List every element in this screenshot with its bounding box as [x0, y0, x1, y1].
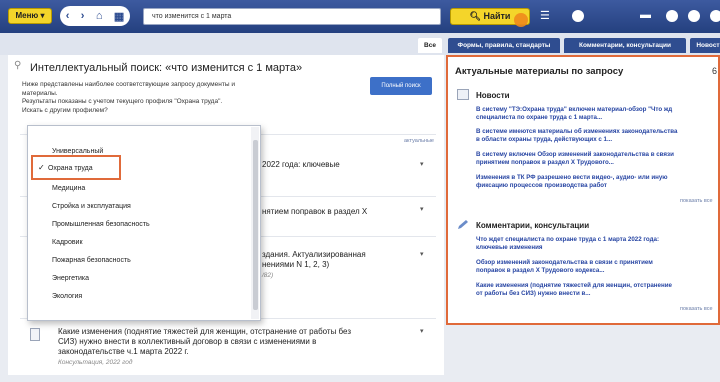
link-line: фиксацию процессов производства работ — [476, 182, 607, 189]
hamburger-icon[interactable]: ☰ — [540, 9, 550, 22]
arrow-right-icon[interactable]: › — [81, 10, 85, 22]
result-title[interactable]: 2022 года: ключевые — [262, 160, 340, 170]
desc-line: Результаты показаны с учетом текущего пр… — [22, 98, 223, 105]
comment-link[interactable]: Обзор изменений законодательства в связи… — [476, 259, 720, 275]
grid-icon[interactable]: ▦ — [114, 10, 124, 23]
link-line: Обзор изменений законодательства в связи… — [476, 259, 653, 266]
comments-header: Комментарии, консультации — [476, 221, 590, 230]
document-icon — [30, 328, 40, 341]
nav-group: ‹ › ⌂ ▦ — [60, 6, 130, 26]
link-line: В системе имеются материалы об изменения… — [476, 128, 678, 135]
link-line: Какие изменения (поднятие тяжестей для ж… — [476, 282, 672, 289]
sort-actual-label[interactable]: актуальные — [404, 138, 434, 144]
link-line: В систему включен Обзор изменений законо… — [476, 151, 674, 158]
result-title[interactable]: нениями N 1, 2, 3) — [262, 260, 329, 270]
pen-icon — [458, 220, 468, 229]
news-link[interactable]: В системе имеются материалы об изменения… — [476, 128, 720, 144]
tab-all[interactable]: Все — [418, 38, 442, 53]
arrow-left-icon[interactable]: ‹ — [66, 10, 70, 22]
other-profile-link[interactable]: Искать с другим профилем? — [22, 107, 322, 116]
menu-button[interactable]: Меню ▾ — [8, 8, 52, 24]
profile-option[interactable]: Экология — [52, 293, 82, 300]
help-icon[interactable] — [572, 10, 584, 22]
show-all-comments-link[interactable]: показать все — [680, 306, 713, 312]
link-line: специалиста по охране труда с 1 марта... — [476, 114, 603, 121]
news-icon — [457, 89, 469, 100]
link-line: поправок в раздел X Трудового кодекса... — [476, 267, 605, 274]
chevron-down-icon[interactable]: ▾ — [420, 160, 424, 168]
tab-forms[interactable]: Формы, правила, стандарты — [448, 38, 560, 53]
results-description: Ниже представлены наиболее соответствующ… — [22, 81, 322, 115]
desc-line: Ниже представлены наиболее соответствующ… — [22, 81, 235, 88]
show-all-news-link[interactable]: показать все — [680, 198, 713, 204]
full-search-button[interactable]: Полный поиск — [370, 77, 432, 95]
result-title[interactable]: Какие изменения (поднятие тяжестей для ж… — [58, 327, 351, 337]
profile-option[interactable]: Пожарная безопасность — [52, 257, 131, 264]
home-icon[interactable]: ⌂ — [96, 10, 103, 22]
desc-line: материалы. — [22, 89, 58, 97]
power-icon[interactable] — [710, 10, 720, 22]
profile-option[interactable]: Энергетика — [52, 275, 89, 282]
news-header: Новости — [476, 91, 510, 100]
link-line: ключевые изменения — [476, 244, 543, 251]
link-line: в области охраны труда, действующих с 1.… — [476, 136, 613, 143]
link-line: В систему "ТЭ:Охрана труда" включен мате… — [476, 106, 673, 113]
search-input[interactable]: что изменится с 1 марта — [143, 8, 441, 25]
link-line: Что ждет специалиста по охране труда с 1… — [476, 236, 660, 243]
profile-option[interactable]: Медицина — [52, 185, 85, 192]
page-title: Интеллектуальный поиск: «что изменится с… — [30, 62, 303, 74]
link-line: принятием поправок в раздел X Трудового.… — [476, 159, 614, 166]
profile-option[interactable]: Стройка и эксплуатация — [52, 203, 131, 210]
profile-option[interactable]: Универсальный — [52, 148, 103, 155]
result-title[interactable]: здания. Актуализированная — [262, 250, 366, 260]
tab-news[interactable]: Новости — [690, 38, 720, 53]
count-badge: 6 — [712, 66, 718, 76]
panel-title: Актуальные материалы по запросу — [455, 66, 624, 77]
find-label: Найти — [483, 11, 511, 21]
result-title[interactable]: СИЗ) нужно внести в коллективный договор… — [58, 337, 316, 347]
chevron-down-icon[interactable]: ▾ — [420, 250, 424, 258]
folder-icon[interactable]: ▬ — [640, 9, 651, 21]
profile-option[interactable]: Кадровик — [52, 239, 83, 246]
news-link[interactable]: В систему "ТЭ:Охрана труда" включен мате… — [476, 106, 720, 122]
search-icon: 🔍︎ — [469, 11, 481, 21]
result-source: Консультация, 2022 год — [58, 359, 133, 366]
cursor-highlight — [514, 13, 528, 27]
comment-link[interactable]: Что ждет специалиста по охране труда с 1… — [476, 236, 720, 252]
user-icon[interactable] — [688, 10, 700, 22]
link-line: Изменения в ТК РФ разрешено вести видео-… — [476, 174, 668, 181]
profile-option[interactable]: Промышленная безопасность — [52, 221, 150, 228]
dropdown-scroll-thumb[interactable] — [253, 140, 258, 310]
result-title[interactable]: нятием поправок в раздел X — [262, 207, 367, 217]
news-link[interactable]: Изменения в ТК РФ разрешено вести видео-… — [476, 174, 720, 190]
settings-icon[interactable] — [666, 10, 678, 22]
tab-comments[interactable]: Комментарии, консультации — [564, 38, 686, 53]
chevron-down-icon[interactable]: ▾ — [420, 327, 424, 335]
comment-link[interactable]: Какие изменения (поднятие тяжестей для ж… — [476, 282, 720, 298]
link-line: от работы без СИЗ) нужно внести в... — [476, 290, 591, 297]
news-link[interactable]: В систему включен Обзор изменений законо… — [476, 151, 720, 167]
chevron-down-icon[interactable]: ▾ — [420, 205, 424, 213]
menu-label: Меню — [15, 11, 39, 20]
search-icon: ⚲ — [14, 60, 22, 71]
result-source: /82) — [262, 272, 274, 279]
result-title[interactable]: законодательстве ч.1 марта 2022 г. — [58, 347, 189, 357]
selected-highlight — [31, 155, 121, 180]
